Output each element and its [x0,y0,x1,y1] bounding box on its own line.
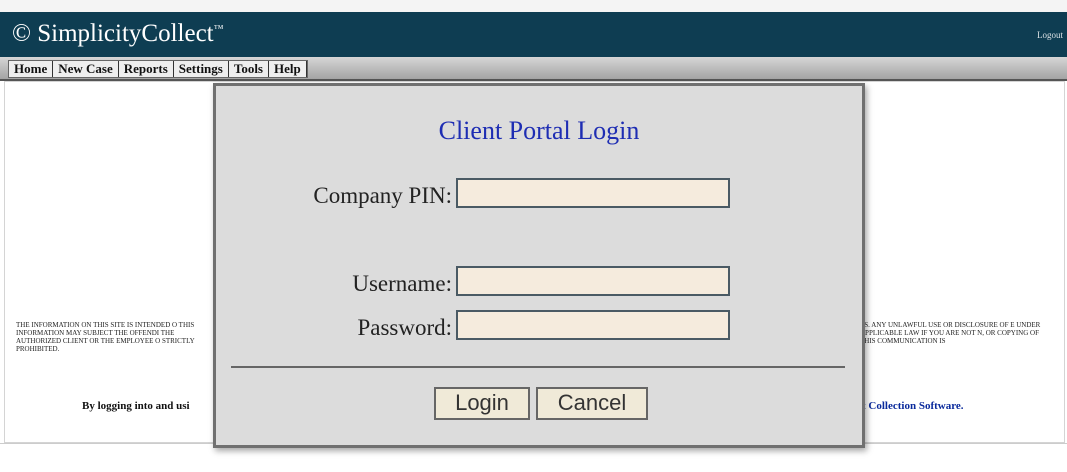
app-logo: © SimplicityCollect™ [12,20,223,48]
disclaimer-right: ES. ANY UNLAWFUL USE OR DISCLOSURE OF E … [860,321,1041,345]
app-header: © SimplicityCollect™ Logout [0,12,1067,57]
agreement-text-left: By logging into and usi [82,400,190,412]
nav-item-help[interactable]: Help [269,61,307,77]
nav-item-settings[interactable]: Settings [174,61,229,77]
cancel-button[interactable]: Cancel [536,387,648,420]
username-label: Username: [352,271,452,296]
app-title: SimplicityCollect [37,20,214,47]
logout-link[interactable]: Logout [1037,30,1063,40]
nav-item-reports[interactable]: Reports [119,61,174,77]
nav-menu: Home New Case Reports Settings Tools Hel… [8,60,308,78]
login-dialog: Client Portal Login Company PIN: Usernam… [213,83,865,448]
company-pin-label: Company PIN: [313,183,452,208]
nav-item-tools[interactable]: Tools [229,61,269,77]
logo-glyph: © [12,20,31,47]
company-pin-input[interactable] [456,178,730,208]
nav-item-home[interactable]: Home [9,61,54,77]
dialog-title: Client Portal Login [438,116,640,145]
agreement-link-right[interactable]: t Collection Software. [862,400,964,412]
trademark: ™ [213,23,224,35]
login-button[interactable]: Login [434,387,530,420]
nav-bar: Home New Case Reports Settings Tools Hel… [0,57,1067,81]
dialog-divider [231,366,845,368]
nav-item-new-case[interactable]: New Case [53,61,119,77]
top-strip [0,0,1067,12]
password-label: Password: [357,315,452,340]
disclaimer-left: THE INFORMATION ON THIS SITE IS INTENDED… [16,321,195,353]
password-input[interactable] [456,310,730,340]
username-input[interactable] [456,266,730,296]
